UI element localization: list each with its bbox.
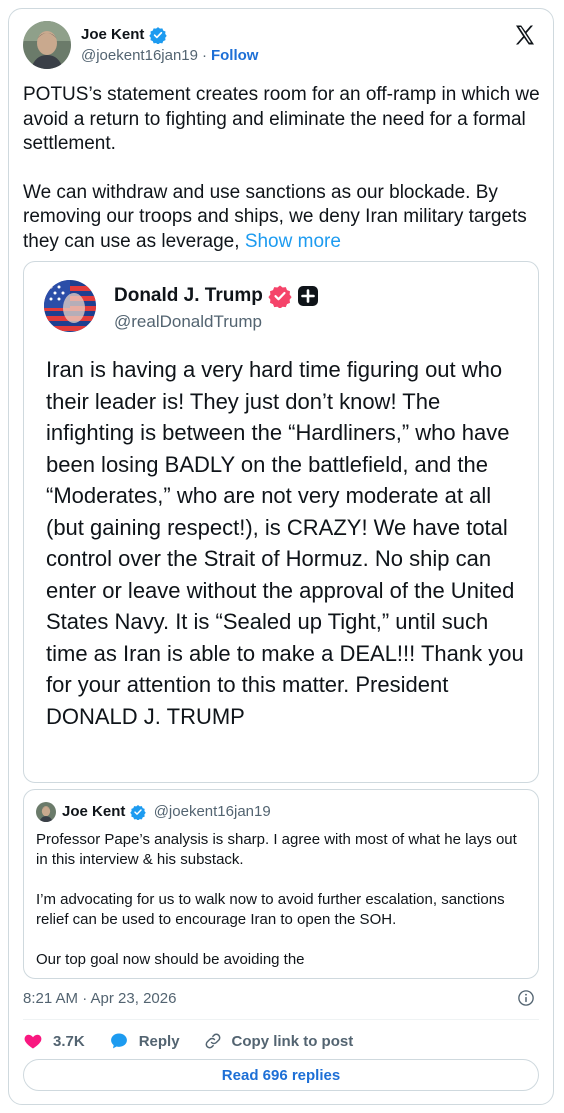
- kent-quote-paragraph-1: Professor Pape’s analysis is sharp. I ag…: [36, 831, 517, 868]
- copy-link-label: Copy link to post: [231, 1032, 354, 1050]
- trump-name[interactable]: Donald J. Trump: [114, 285, 263, 306]
- reply-label: Reply: [138, 1032, 180, 1050]
- author-handle-row: @joekent16jan19 · Follow: [81, 47, 258, 64]
- link-icon: [205, 1033, 220, 1049]
- author-name-row[interactable]: Joe Kent: [81, 26, 167, 45]
- reply-button[interactable]: Reply: [109, 1031, 180, 1051]
- verified-badge-icon: [268, 285, 292, 308]
- copy-link-button[interactable]: Copy link to post: [204, 1032, 354, 1050]
- show-more-link[interactable]: Show more: [245, 231, 341, 252]
- body-paragraph-1: POTUS’s statement creates room for an of…: [23, 84, 540, 154]
- kent-quote-paragraph-2: I’m advocating for us to walk now to avo…: [36, 891, 505, 928]
- kent-quote-handle[interactable]: @joekent16jan19: [154, 803, 271, 820]
- read-replies-button[interactable]: Read 696 replies: [23, 1059, 539, 1091]
- info-icon[interactable]: [517, 989, 535, 1007]
- author-avatar[interactable]: [23, 21, 71, 69]
- tweet-card: Joe Kent @joekent16jan19 · Follow POTUS’s …: [8, 8, 554, 1105]
- action-bar: 3.7K Reply Copy link to post: [23, 1029, 377, 1053]
- verified-badge-icon: [129, 805, 146, 821]
- kent-quote-name-row[interactable]: Joe Kent @joekent16jan19: [62, 803, 271, 821]
- tweet-body: POTUS’s statement creates room for an of…: [23, 83, 543, 254]
- truth-social-plus-icon: [298, 286, 319, 306]
- kent-quote-paragraph-3: Our top goal now should be avoiding the: [36, 951, 305, 968]
- like-button[interactable]: 3.7K: [23, 1031, 85, 1051]
- divider: [23, 1019, 539, 1020]
- quoted-post-kent[interactable]: Joe Kent @joekent16jan19 Professor Pape’…: [23, 789, 539, 979]
- kent-quote-text: Professor Pape’s analysis is sharp. I ag…: [36, 830, 526, 970]
- post-timestamp[interactable]: 8:21 AM · Apr 23, 2026: [23, 990, 176, 1007]
- reply-bubble-icon: [110, 1033, 127, 1049]
- trump-post-text: Iran is having a very hard time figuring…: [46, 357, 524, 729]
- kent-quote-avatar[interactable]: [36, 802, 56, 822]
- x-logo-icon[interactable]: [513, 23, 537, 47]
- verified-badge-icon: [148, 27, 167, 45]
- author-name[interactable]: Joe Kent: [81, 26, 144, 43]
- quoted-post-trump[interactable]: Donald J. Trump @realDonaldTrump Iran is…: [23, 261, 539, 783]
- trump-handle[interactable]: @realDonaldTrump: [114, 312, 262, 332]
- author-handle[interactable]: @joekent16jan19: [81, 47, 198, 64]
- handle-separator: ·: [201, 47, 207, 64]
- trump-name-row[interactable]: Donald J. Trump: [114, 284, 319, 308]
- like-count: 3.7K: [53, 1032, 85, 1050]
- follow-button[interactable]: Follow: [211, 47, 259, 64]
- kent-quote-name[interactable]: Joe Kent: [62, 803, 125, 820]
- trump-avatar[interactable]: [44, 280, 96, 332]
- body-paragraph-2: We can withdraw and use sanctions as our…: [23, 181, 543, 255]
- heart-icon: [24, 1034, 42, 1049]
